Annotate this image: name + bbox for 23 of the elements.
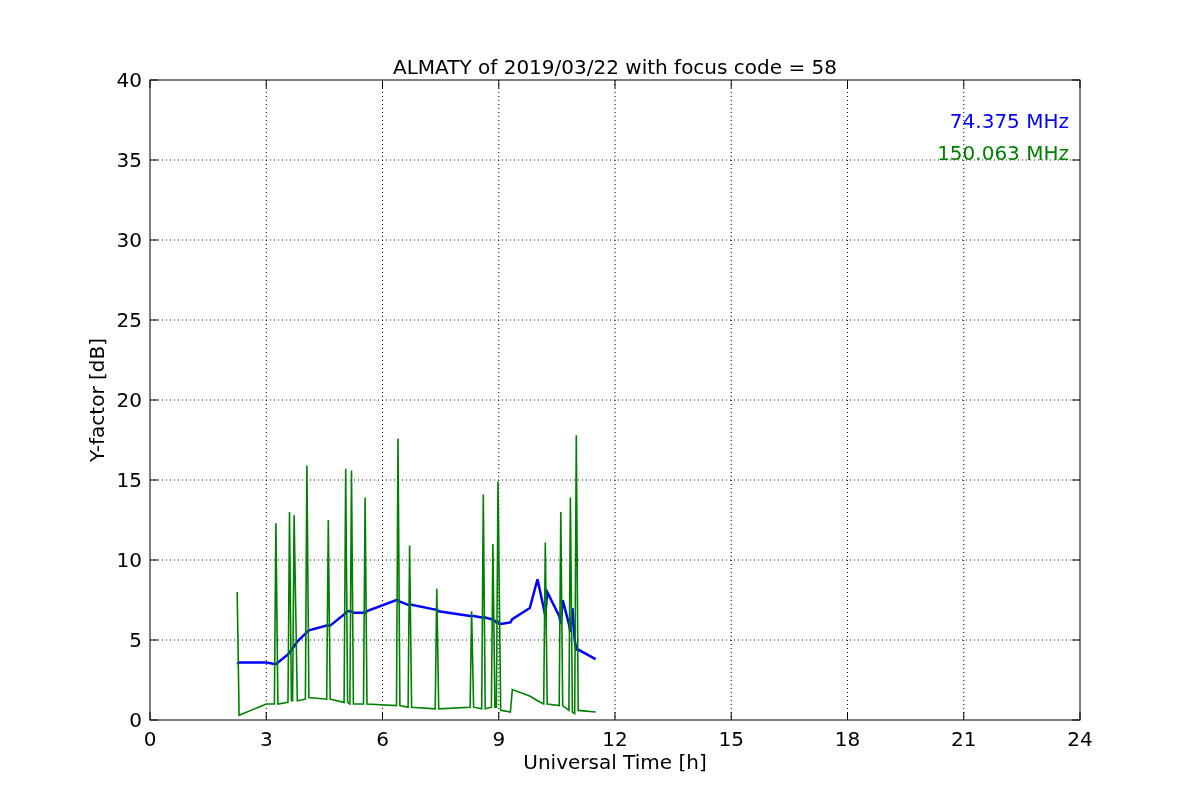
tick-label: 24: [1067, 727, 1093, 751]
tick-label: 9: [492, 727, 506, 751]
tick-label: 6: [376, 727, 389, 751]
tick-label: 0: [129, 708, 142, 732]
legend-label: 150.063 MHz: [937, 141, 1069, 165]
tick-label: 20: [116, 388, 142, 412]
tick-label: 35: [116, 148, 142, 172]
legend-label: 74.375 MHz: [949, 109, 1069, 133]
axis-label: Universal Time [h]: [523, 750, 707, 774]
tick-label: 0: [143, 727, 157, 751]
tick-label: 3: [259, 727, 273, 751]
tick-label: 21: [951, 727, 977, 751]
tick-label: 15: [718, 727, 744, 751]
tick-label: 10: [116, 548, 142, 572]
tick-label: 18: [834, 727, 861, 751]
tick-label: 12: [602, 727, 628, 751]
tick-label: 30: [116, 228, 142, 252]
chart-title: ALMATY of 2019/03/22 with focus code = 58: [393, 55, 837, 79]
axis-label: Y-factor [dB]: [85, 338, 109, 462]
tick-label: 15: [116, 468, 142, 492]
tick-label: 40: [116, 68, 142, 92]
tick-label: 25: [116, 308, 142, 332]
tick-label: 5: [129, 628, 142, 652]
